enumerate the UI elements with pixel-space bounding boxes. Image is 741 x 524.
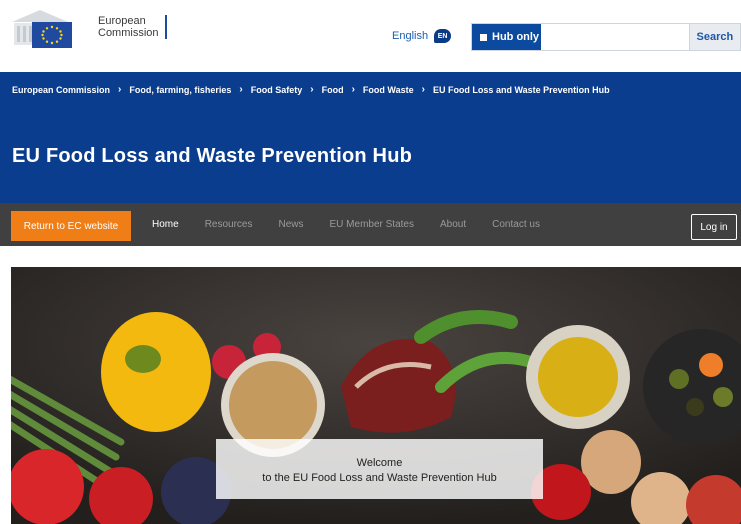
chevron-right-icon: › (239, 84, 243, 95)
breadcrumb: European Commission › Food, farming, fis… (12, 84, 610, 95)
nav-item-member-states[interactable]: EU Member States (330, 219, 414, 230)
ec-logo[interactable]: European Commission (10, 8, 167, 48)
hero-banner: Welcome to the EU Food Loss and Waste Pr… (11, 267, 741, 524)
hub-only-toggle[interactable]: Hub only (472, 24, 541, 50)
search-input[interactable] (540, 24, 689, 50)
language-badge-icon: EN (434, 29, 452, 43)
nav-item-contact[interactable]: Contact us (492, 219, 540, 230)
welcome-line2: to the EU Food Loss and Waste Prevention… (262, 472, 497, 484)
chevron-right-icon: › (351, 84, 355, 95)
site-header: European Commission › Food, farming, fis… (0, 72, 741, 203)
return-to-ec-button[interactable]: Return to EC website (11, 211, 131, 241)
nav-items: Home Resources News EU Member States Abo… (152, 203, 540, 246)
logo-line2: Commission (98, 27, 159, 39)
breadcrumb-current: EU Food Loss and Waste Prevention Hub (432, 84, 610, 95)
breadcrumb-item[interactable]: Food, farming, fisheries (129, 85, 231, 95)
logo-text: European Commission (98, 15, 167, 39)
chevron-right-icon: › (118, 84, 122, 95)
welcome-line1: Welcome (356, 457, 403, 469)
eu-flag-icon (32, 22, 72, 48)
breadcrumb-item[interactable]: Food Waste (363, 85, 414, 95)
language-selector[interactable]: English EN (392, 29, 452, 43)
nav-item-about[interactable]: About (440, 219, 466, 230)
chevron-right-icon: › (310, 84, 314, 95)
main-nav: Return to EC website Home Resources News… (0, 203, 741, 246)
search-button[interactable]: Search (688, 24, 740, 50)
top-bar: European Commission English EN Hub only … (0, 0, 741, 72)
site-title: EU Food Loss and Waste Prevention Hub (12, 145, 413, 167)
nav-item-news[interactable]: News (279, 219, 304, 230)
language-label: English (392, 30, 429, 42)
login-button[interactable]: Log in (691, 214, 737, 240)
logo-line1: European (98, 15, 146, 27)
breadcrumb-item[interactable]: Food (322, 85, 344, 95)
hub-only-label: Hub only (492, 31, 540, 43)
nav-item-resources[interactable]: Resources (205, 219, 253, 230)
breadcrumb-item[interactable]: Food Safety (251, 85, 303, 95)
search-bar: Hub only Search (471, 23, 741, 51)
checkbox-icon (480, 33, 487, 41)
building-icon (10, 8, 72, 48)
nav-item-home[interactable]: Home (152, 219, 179, 230)
welcome-box: Welcome to the EU Food Loss and Waste Pr… (216, 439, 543, 499)
breadcrumb-item[interactable]: European Commission (12, 85, 110, 95)
chevron-right-icon: › (421, 84, 425, 95)
